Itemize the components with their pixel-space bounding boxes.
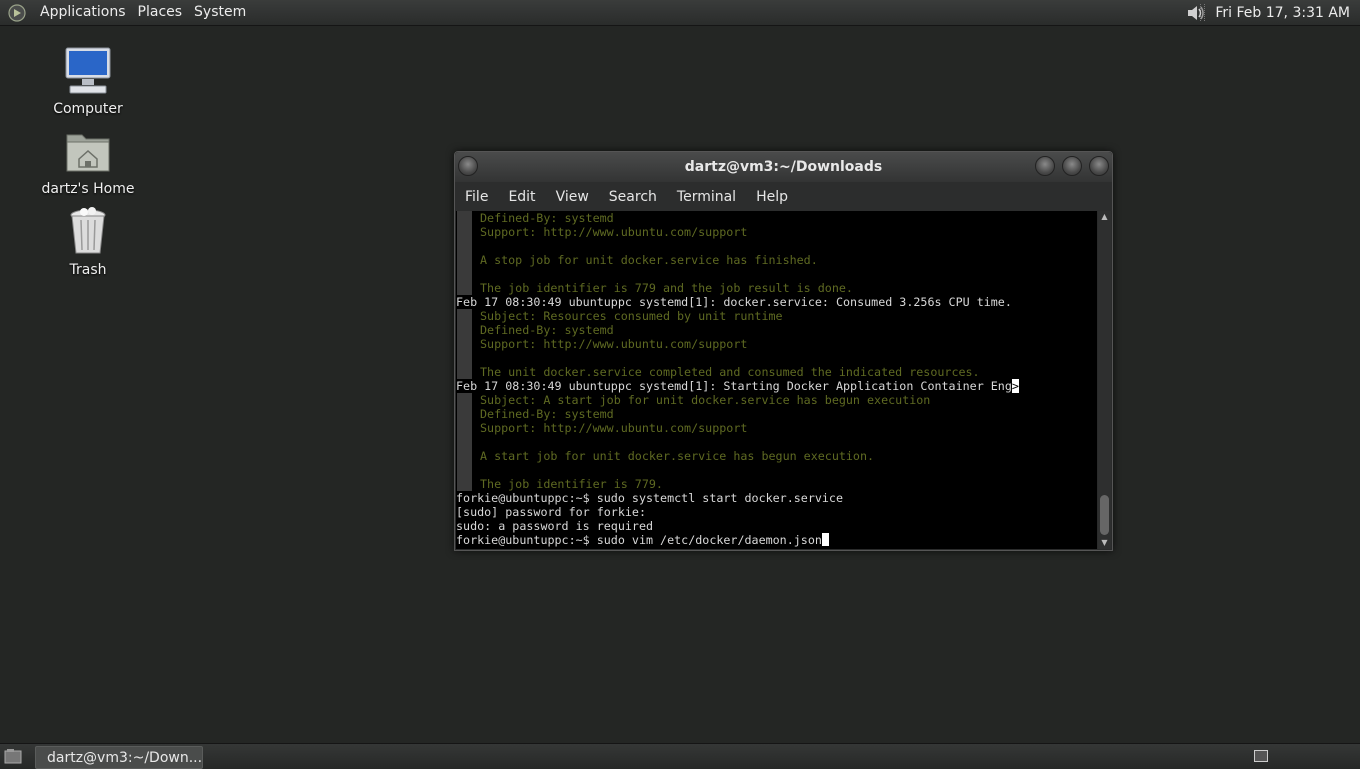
- terminal-line-text: Subject: A start job for unit docker.ser…: [480, 393, 931, 407]
- terminal-line-text: [sudo] password for forkie:: [456, 505, 646, 519]
- home-folder-icon: [66, 134, 110, 172]
- desktop-icon-home[interactable]: dartz's Home: [38, 127, 138, 197]
- terminal-line-text: Defined-By: systemd: [480, 323, 614, 337]
- close-button[interactable]: [1089, 156, 1109, 176]
- minimize-button[interactable]: [1035, 156, 1055, 176]
- scrollbar[interactable]: ▲ ▼: [1098, 211, 1111, 549]
- desktop-icon-computer[interactable]: Computer: [38, 45, 138, 117]
- terminal-line-text: The unit docker.service completed and co…: [480, 365, 980, 379]
- terminal-line: A start job for unit docker.service has …: [456, 449, 1097, 463]
- window-title: dartz@vm3:~/Downloads: [684, 159, 883, 175]
- taskbar-terminal-button[interactable]: dartz@vm3:~/Down...: [35, 746, 203, 769]
- terminal-line: [456, 435, 1097, 449]
- terminal-line-text: sudo: a password is required: [456, 519, 654, 533]
- maximize-button[interactable]: [1062, 156, 1082, 176]
- menu-search[interactable]: Search: [599, 189, 667, 205]
- taskbar-label: dartz@vm3:~/Down...: [47, 749, 203, 766]
- terminal-line: Subject: A start job for unit docker.ser…: [456, 393, 1097, 407]
- title-bar[interactable]: dartz@vm3:~/Downloads: [455, 152, 1112, 182]
- desktop-icon-label: dartz's Home: [41, 181, 135, 197]
- terminal-line: forkie@ubuntuppc:~$ sudo systemctl start…: [456, 491, 1097, 505]
- terminal-line: Support: http://www.ubuntu.com/support: [456, 225, 1097, 239]
- computer-icon: [65, 47, 111, 94]
- terminal-line: The unit docker.service completed and co…: [456, 365, 1097, 379]
- scroll-down-arrow-icon[interactable]: ▼: [1098, 537, 1111, 549]
- terminal-line: Defined-By: systemd: [456, 407, 1097, 421]
- terminal-line: Feb 17 08:30:49 ubuntuppc systemd[1]: do…: [456, 295, 1097, 309]
- terminal-line-text: Support: http://www.ubuntu.com/support: [480, 337, 748, 351]
- volume-icon[interactable]: [1185, 3, 1207, 23]
- menu-file[interactable]: File: [455, 189, 498, 205]
- terminal-line: A stop job for unit docker.service has f…: [456, 253, 1097, 267]
- system-menu[interactable]: System: [188, 0, 252, 25]
- menu-view[interactable]: View: [546, 189, 599, 205]
- terminal-line: [456, 351, 1097, 365]
- terminal-line-text: The job identifier is 779 and the job re…: [480, 281, 853, 295]
- desktop-icon-label: Trash: [69, 262, 107, 278]
- terminal-line: forkie@ubuntuppc:~$ sudo vim /etc/docker…: [456, 533, 1097, 547]
- terminal-line-text: forkie@ubuntuppc:~$ sudo systemctl start…: [456, 491, 844, 505]
- workspace-switcher[interactable]: [1254, 750, 1268, 762]
- terminal-output[interactable]: Defined-By: systemd Support: http://www.u…: [456, 211, 1097, 549]
- show-desktop-icon[interactable]: [4, 748, 22, 764]
- terminal-line-text: Feb 17 08:30:49 ubuntuppc systemd[1]: St…: [456, 379, 1012, 393]
- menu-terminal[interactable]: Terminal: [667, 189, 746, 205]
- terminal-line: Subject: Resources consumed by unit runt…: [456, 309, 1097, 323]
- applications-menu[interactable]: Applications: [34, 0, 132, 25]
- terminal-line: Defined-By: systemd: [456, 211, 1097, 225]
- terminal-line: [456, 267, 1097, 281]
- terminal-line-text: Support: http://www.ubuntu.com/support: [480, 421, 748, 435]
- terminal-line: sudo: a password is required: [456, 519, 1097, 533]
- terminal-line-text: Defined-By: systemd: [480, 211, 614, 225]
- terminal-line: Defined-By: systemd: [456, 323, 1097, 337]
- terminal-line: [sudo] password for forkie:: [456, 505, 1097, 519]
- terminal-line-text: A stop job for unit docker.service has f…: [480, 253, 818, 267]
- terminal-line: Feb 17 08:30:49 ubuntuppc systemd[1]: St…: [456, 379, 1097, 393]
- menu-edit[interactable]: Edit: [498, 189, 545, 205]
- terminal-line-text: Defined-By: systemd: [480, 407, 614, 421]
- bottom-panel: dartz@vm3:~/Down...: [0, 743, 1360, 769]
- gnome-logo-icon[interactable]: [8, 3, 26, 22]
- terminal-line: Support: http://www.ubuntu.com/support: [456, 421, 1097, 435]
- text-cursor: [821, 533, 829, 546]
- terminal-line: Support: http://www.ubuntu.com/support: [456, 337, 1097, 351]
- menu-help[interactable]: Help: [746, 189, 798, 205]
- truncation-marker: >: [1011, 379, 1019, 393]
- terminal-line: [456, 239, 1097, 253]
- terminal-line-text: The job identifier is 779.: [480, 477, 663, 491]
- terminal-line: The job identifier is 779 and the job re…: [456, 281, 1097, 295]
- trash-icon: [70, 207, 106, 254]
- scroll-thumb[interactable]: [1100, 495, 1109, 535]
- places-menu[interactable]: Places: [132, 0, 189, 25]
- terminal-menu-bar: File Edit View Search Terminal Help: [455, 182, 1112, 211]
- terminal-line-text: A start job for unit docker.service has …: [480, 449, 875, 463]
- terminal-line: The job identifier is 779.: [456, 477, 1097, 491]
- top-panel: Applications Places System Fri Feb 17, 3…: [0, 0, 1360, 26]
- terminal-line-text: Support: http://www.ubuntu.com/support: [480, 225, 748, 239]
- terminal-line-text: Subject: Resources consumed by unit runt…: [480, 309, 783, 323]
- desktop-icon-trash[interactable]: Trash: [38, 206, 138, 278]
- scroll-up-arrow-icon[interactable]: ▲: [1098, 211, 1111, 223]
- desktop-icon-label: Computer: [53, 101, 123, 117]
- terminal-line-text: forkie@ubuntuppc:~$ sudo vim /etc/docker…: [456, 533, 822, 547]
- terminal-window[interactable]: dartz@vm3:~/Downloads File Edit View Sea…: [454, 151, 1113, 551]
- terminal-line: [456, 463, 1097, 477]
- terminal-line-text: Feb 17 08:30:49 ubuntuppc systemd[1]: do…: [456, 295, 1012, 309]
- clock[interactable]: Fri Feb 17, 3:31 AM: [1215, 5, 1350, 21]
